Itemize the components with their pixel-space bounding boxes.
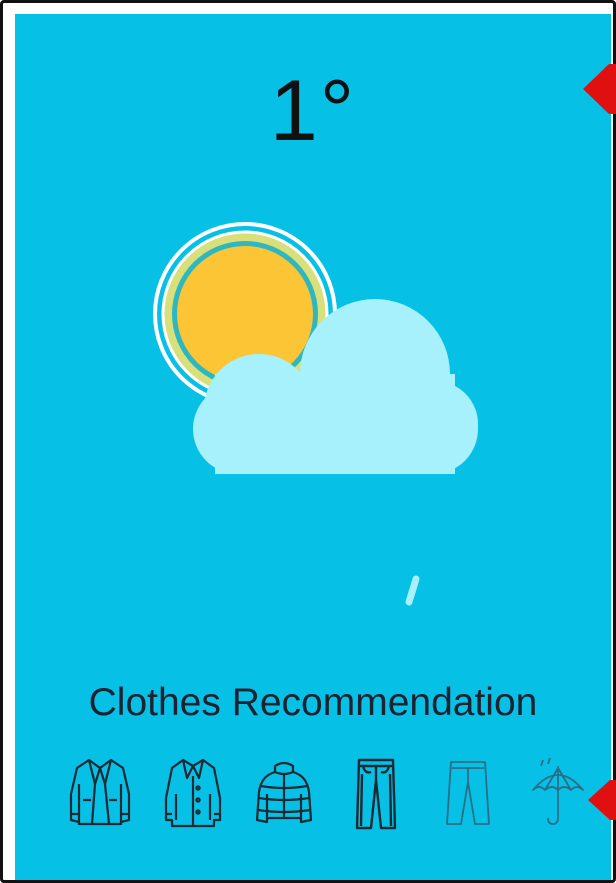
weather-screen: 1° Clothes Recommendation (15, 14, 611, 880)
puffer-jacket-icon (249, 754, 319, 834)
annotation-arrow-top (583, 64, 616, 114)
pants-icon (433, 754, 503, 834)
clothes-recommendation-title: Clothes Recommendation (88, 681, 538, 724)
coat-icon (158, 754, 228, 834)
rain-drop-icon (405, 575, 420, 606)
partly-cloudy-sun-with-rain-icon (153, 222, 478, 606)
leather-jacket-icon (65, 754, 135, 834)
umbrella-icon (523, 754, 593, 834)
annotation-arrow-bottom (588, 780, 616, 820)
jeans-icon (341, 754, 411, 834)
phone-frame: 1° Clothes Recommendation (0, 0, 616, 883)
